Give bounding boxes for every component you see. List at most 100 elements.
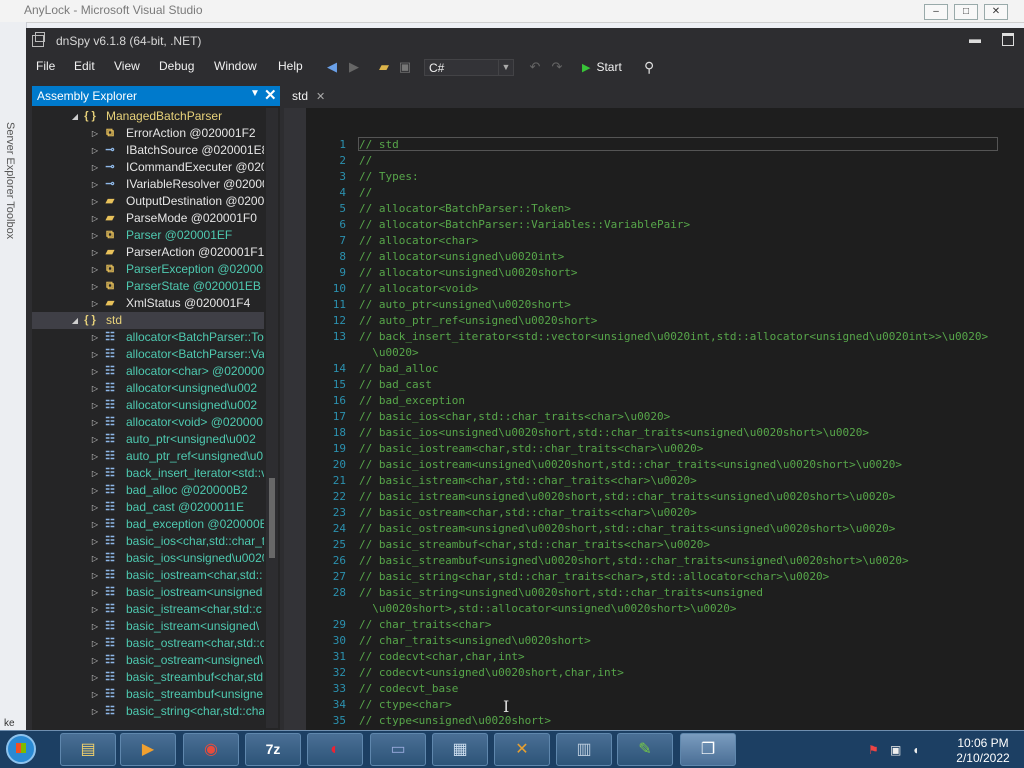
redo-icon[interactable]: ↷ [548, 59, 566, 75]
tree-node[interactable]: ▷ ☷ basic_ostream<unsigned\ [32, 652, 264, 669]
expand-arrow-icon[interactable]: ▷ [90, 397, 100, 414]
tree-node[interactable]: ▷ ⧉ Parser @020001EF [32, 227, 264, 244]
clock-date[interactable]: 2/10/2022 [950, 751, 1016, 765]
action-center-icon[interactable]: ⚑ [868, 743, 882, 757]
expand-arrow-icon[interactable]: ▷ [90, 448, 100, 465]
tree-node[interactable]: ▷ ⧉ ParserState @020001EB [32, 278, 264, 295]
tree-node[interactable]: ▷ ☷ basic_iostream<unsigned [32, 584, 264, 601]
expand-arrow-icon[interactable]: ▷ [90, 278, 100, 295]
expand-arrow-icon[interactable]: ▷ [90, 567, 100, 584]
menu-help[interactable]: Help [278, 59, 303, 73]
expand-arrow-icon[interactable]: ▷ [90, 176, 100, 193]
tree-node[interactable]: ▷ ☷ allocator<char> @020000 [32, 363, 264, 380]
tree-node[interactable]: ◢ { } std [32, 312, 264, 329]
tab-std[interactable]: std ✕ [284, 86, 333, 106]
expand-arrow-icon[interactable]: ▷ [90, 142, 100, 159]
menu-view[interactable]: View [114, 59, 140, 73]
back-icon[interactable]: ◀ [323, 59, 341, 75]
code-editor[interactable]: 1// std 2//3// Types: 4//5// allocator<Bat… [284, 108, 1024, 730]
language-select[interactable]: C# ▼ [424, 59, 514, 76]
expand-arrow-icon[interactable]: ▷ [90, 601, 100, 618]
tree-node[interactable]: ▷ ☷ allocator<void> @020000 [32, 414, 264, 431]
expand-arrow-icon[interactable]: ▷ [90, 329, 100, 346]
tree-node[interactable]: ▷ ☷ basic_ios<char,std::char_t [32, 533, 264, 550]
tree-node[interactable]: ▷ ☷ auto_ptr_ref<unsigned\u0 [32, 448, 264, 465]
visual-studio-icon[interactable]: ✕ [494, 733, 550, 766]
expand-arrow-icon[interactable]: ▷ [90, 635, 100, 652]
tree-node[interactable]: ▷ ☷ back_insert_iterator<std::v [32, 465, 264, 482]
tree-node[interactable]: ▷ ☷ basic_istream<char,std::c [32, 601, 264, 618]
bg-maximize-button[interactable]: □ [954, 4, 978, 20]
expand-arrow-icon[interactable]: ▷ [90, 227, 100, 244]
dnspy-icon[interactable]: ❐ [680, 733, 736, 766]
expand-arrow-icon[interactable]: ▷ [90, 516, 100, 533]
expand-arrow-icon[interactable]: ▷ [90, 244, 100, 261]
expand-arrow-icon[interactable]: ▷ [90, 193, 100, 210]
expand-arrow-icon[interactable]: ▷ [90, 686, 100, 703]
7zip-icon[interactable]: 7z [245, 733, 301, 766]
tree-node[interactable]: ▷ ⊸ IVariableResolver @02000 [32, 176, 264, 193]
notepad-icon[interactable]: ▭ [370, 733, 426, 766]
expand-arrow-icon[interactable]: ▷ [90, 125, 100, 142]
tree-node[interactable]: ▷ ☷ basic_string<char,std::cha [32, 703, 264, 720]
app-icon[interactable]: ◐ [307, 733, 363, 766]
start-menu-button[interactable] [6, 734, 36, 764]
tree-node[interactable]: ▷ ☷ allocator<unsigned\u002 [32, 380, 264, 397]
forward-icon[interactable]: ▶ [345, 59, 363, 75]
open-folder-icon[interactable]: ▰ [375, 59, 393, 75]
tree-node[interactable]: ▷ ☷ basic_ios<unsigned\u0020 [32, 550, 264, 567]
chrome-icon[interactable]: ◉ [183, 733, 239, 766]
tree-scrollbar[interactable] [266, 108, 278, 728]
network-icon[interactable]: ▣ [890, 743, 904, 757]
collapse-arrow-icon[interactable]: ◢ [70, 312, 80, 329]
tree-node[interactable]: ▷ ☷ bad_cast @0200011E [32, 499, 264, 516]
volume-icon[interactable]: ◖ [912, 743, 926, 757]
tree-node[interactable]: ▷ ☷ basic_streambuf<char,std [32, 669, 264, 686]
clock-time[interactable]: 10:06 PM [950, 736, 1016, 750]
panel-dropdown-icon[interactable]: ▼ [250, 88, 260, 99]
tree-node[interactable]: ▷ ☷ basic_iostream<char,std:: [32, 567, 264, 584]
tree-node[interactable]: ▷ ⊸ ICommandExecuter @020 [32, 159, 264, 176]
tree-node[interactable]: ▷ ▰ ParserAction @020001F1 [32, 244, 264, 261]
expand-arrow-icon[interactable]: ▷ [90, 550, 100, 567]
start-debug-button[interactable]: ▶ Start [582, 58, 622, 76]
expand-arrow-icon[interactable]: ▷ [90, 703, 100, 720]
menu-file[interactable]: File [36, 59, 55, 73]
expand-arrow-icon[interactable]: ▷ [90, 431, 100, 448]
media-player-icon[interactable]: ▶ [120, 733, 176, 766]
expand-arrow-icon[interactable]: ▷ [90, 499, 100, 516]
expand-arrow-icon[interactable]: ▷ [90, 159, 100, 176]
undo-icon[interactable]: ↶ [526, 59, 544, 75]
tree-node[interactable]: ▷ ⧉ ParserException @020001 [32, 261, 264, 278]
tree-node[interactable]: ▷ ☷ auto_ptr<unsigned\u002 [32, 431, 264, 448]
background-window-titlebar[interactable]: AnyLock - Microsoft Visual Studio – □ ✕ [0, 0, 1024, 23]
chevron-down-icon[interactable]: ▼ [498, 60, 513, 75]
expand-arrow-icon[interactable]: ▷ [90, 465, 100, 482]
scrollbar-thumb[interactable] [269, 478, 275, 558]
tree-node[interactable]: ▷ ⧉ ErrorAction @020001F2 [32, 125, 264, 142]
bg-minimize-button[interactable]: – [924, 4, 948, 20]
expand-arrow-icon[interactable]: ▷ [90, 669, 100, 686]
tree-node[interactable]: ▷ ☷ bad_exception @020000B [32, 516, 264, 533]
maximize-button[interactable] [1002, 33, 1014, 46]
expand-arrow-icon[interactable]: ▷ [90, 363, 100, 380]
tree-node[interactable]: ▷ ☷ bad_alloc @020000B2 [32, 482, 264, 499]
menu-window[interactable]: Window [214, 59, 257, 73]
code-area[interactable]: 1// std 2//3// Types: 4//5// allocator<Bat… [306, 108, 1024, 730]
menu-debug[interactable]: Debug [159, 59, 194, 73]
expand-arrow-icon[interactable]: ▷ [90, 295, 100, 312]
minimize-button[interactable]: ▬ [968, 33, 982, 46]
window-titlebar[interactable]: dnSpy v6.1.8 (64-bit, .NET) ▬ [26, 28, 1024, 54]
expand-arrow-icon[interactable]: ▷ [90, 414, 100, 431]
tree-node[interactable]: ▷ ▰ XmlStatus @020001F4 [32, 295, 264, 312]
expand-arrow-icon[interactable]: ▷ [90, 210, 100, 227]
expand-arrow-icon[interactable]: ▷ [90, 618, 100, 635]
tree-node[interactable]: ▷ ⊸ IBatchSource @020001E8 [32, 142, 264, 159]
expand-arrow-icon[interactable]: ▷ [90, 584, 100, 601]
expand-arrow-icon[interactable]: ▷ [90, 652, 100, 669]
collapse-arrow-icon[interactable]: ◢ [70, 108, 80, 125]
tree-node[interactable]: ▷ ☷ basic_streambuf<unsigne [32, 686, 264, 703]
expand-arrow-icon[interactable]: ▷ [90, 261, 100, 278]
menu-edit[interactable]: Edit [74, 59, 95, 73]
tree-node[interactable]: ▷ ☷ basic_ostream<char,std::c [32, 635, 264, 652]
